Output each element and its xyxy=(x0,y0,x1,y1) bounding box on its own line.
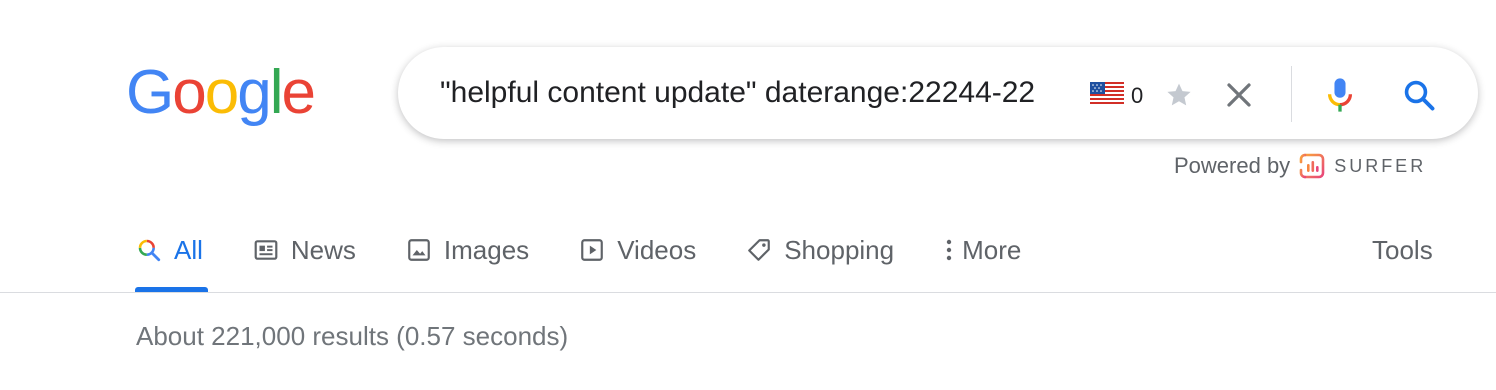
surfer-brand: SURFER xyxy=(1334,155,1427,176)
tab-label: Shopping xyxy=(784,234,895,265)
tabs-divider xyxy=(0,292,1496,293)
logo-letter: g xyxy=(237,58,272,127)
google-search-results-page: Google "helpful content update" daterang… xyxy=(0,0,1496,390)
powered-by-surfer[interactable]: Powered by SURFER xyxy=(1174,150,1426,182)
more-vert-icon xyxy=(946,239,952,261)
tab-images[interactable]: Images xyxy=(406,226,529,274)
logo-letter: o xyxy=(204,58,240,127)
tag-icon xyxy=(748,239,771,261)
logo-letter: o xyxy=(172,58,207,127)
newspaper-icon xyxy=(254,240,278,260)
logo-letter: l xyxy=(269,58,284,127)
tab-label: Videos xyxy=(617,234,697,265)
search-tabs: All News Images Videos Shopping More xyxy=(136,226,1071,274)
us-flag-icon xyxy=(1090,82,1124,104)
tools-button[interactable]: Tools xyxy=(1372,226,1433,274)
tab-all[interactable]: All xyxy=(136,226,203,274)
tab-more[interactable]: More xyxy=(944,226,1021,274)
search-box[interactable]: "helpful content update" daterange:22244… xyxy=(398,47,1478,139)
tab-news[interactable]: News xyxy=(253,226,356,274)
search-icon[interactable] xyxy=(1401,77,1437,113)
search-input[interactable]: "helpful content update" daterange:22244… xyxy=(440,74,1035,112)
tab-videos[interactable]: Videos xyxy=(579,226,696,274)
microphone-icon[interactable] xyxy=(1323,77,1357,113)
result-stats: About 221,000 results (0.57 seconds) xyxy=(136,321,569,351)
logo-letter: e xyxy=(281,58,316,127)
surfer-logo-icon xyxy=(1299,153,1325,179)
logo-letter: G xyxy=(126,58,174,127)
close-icon[interactable] xyxy=(1224,80,1254,110)
search-icon xyxy=(138,239,161,262)
play-icon xyxy=(581,239,604,261)
powered-by-label: Powered by xyxy=(1174,153,1291,178)
google-logo[interactable]: Google xyxy=(126,58,316,128)
flag-count: 0 xyxy=(1131,83,1144,108)
tab-shopping[interactable]: Shopping xyxy=(746,226,894,274)
search-divider xyxy=(1291,66,1292,122)
tab-label: All xyxy=(174,234,203,265)
tab-label: News xyxy=(290,234,356,265)
image-icon xyxy=(408,239,430,261)
tab-label: Images xyxy=(443,234,530,265)
tab-label: More xyxy=(962,234,1022,265)
star-icon[interactable] xyxy=(1163,79,1195,111)
